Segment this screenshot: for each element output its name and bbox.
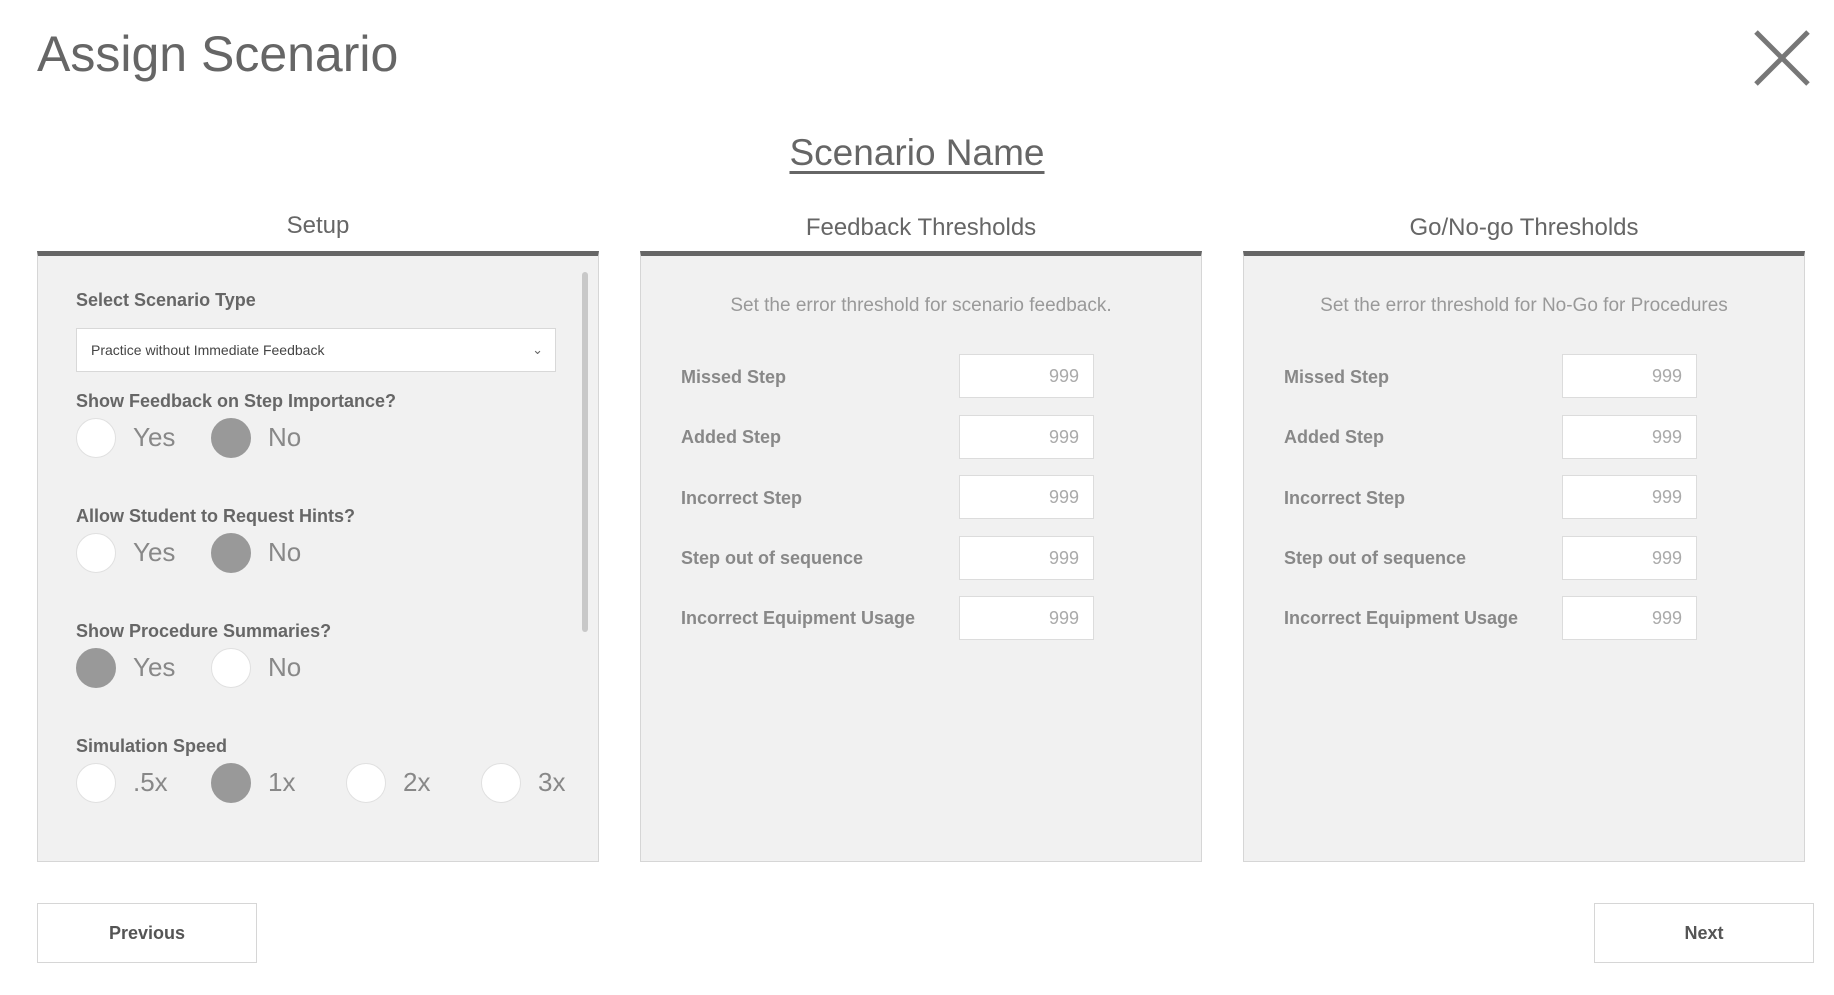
gonogo-thresholds-body: Set the error threshold for No-Go for Pr…: [1243, 251, 1805, 862]
speed-1x-label: 1x: [268, 767, 296, 797]
gonogo-incorrect-step-input[interactable]: 999: [1562, 475, 1697, 519]
speed-2x-radio[interactable]: [346, 763, 386, 803]
feedback-step-sequence-label: Step out of sequence: [681, 548, 864, 568]
procedure-summaries-no-label: No: [268, 652, 302, 682]
gonogo-thresholds-panel: Go/No-go Thresholds Set the error thresh…: [1243, 212, 1805, 862]
feedback-missed-step-input[interactable]: 999: [959, 354, 1094, 398]
tab-feedback-thresholds[interactable]: Feedback Thresholds: [640, 214, 1202, 242]
speed-3x-label: 3x: [538, 767, 566, 797]
feedback-thresholds-panel: Feedback Thresholds Set the error thresh…: [640, 212, 1202, 862]
tab-setup[interactable]: Setup: [37, 212, 599, 240]
procedure-summaries-no-radio[interactable]: [211, 648, 251, 688]
feedback-added-step-input[interactable]: 999: [959, 415, 1094, 459]
speed-0-5x-label: .5x: [133, 767, 168, 797]
request-hints-no-radio[interactable]: [211, 533, 251, 573]
procedure-summaries-yes-radio[interactable]: [76, 648, 116, 688]
step-importance-no-radio[interactable]: [211, 418, 251, 458]
scenario-type-select[interactable]: Practice without Immediate Feedback ⌄: [76, 328, 556, 372]
setup-panel: Setup Select Scenario Type Practice with…: [37, 212, 599, 862]
feedback-description: Set the error threshold for scenario fee…: [730, 295, 1112, 316]
scenario-type-label: Select Scenario Type: [76, 290, 256, 310]
previous-button[interactable]: Previous: [37, 903, 257, 963]
chevron-down-icon: ⌄: [532, 342, 543, 357]
feedback-incorrect-step-label: Incorrect Step: [681, 488, 803, 508]
request-hints-yes-radio[interactable]: [76, 533, 116, 573]
close-icon[interactable]: [1750, 26, 1814, 90]
feedback-missed-step-label: Missed Step: [681, 367, 787, 387]
gonogo-step-sequence-label: Step out of sequence: [1284, 548, 1467, 568]
speed-0-5x-radio[interactable]: [76, 763, 116, 803]
gonogo-added-step-label: Added Step: [1284, 427, 1385, 447]
gonogo-incorrect-step-label: Incorrect Step: [1284, 488, 1406, 508]
speed-2x-label: 2x: [403, 767, 431, 797]
gonogo-missed-step-label: Missed Step: [1284, 367, 1390, 387]
step-importance-no-label: No: [268, 422, 302, 452]
tab-gonogo-thresholds[interactable]: Go/No-go Thresholds: [1243, 214, 1805, 242]
step-importance-yes-label: Yes: [133, 422, 176, 452]
feedback-added-step-label: Added Step: [681, 427, 782, 447]
request-hints-no-label: No: [268, 537, 302, 567]
gonogo-equipment-usage-label: Incorrect Equipment Usage: [1284, 608, 1519, 628]
request-hints-yes-label: Yes: [133, 537, 176, 567]
feedback-equipment-usage-input[interactable]: 999: [959, 596, 1094, 640]
request-hints-label: Allow Student to Request Hints?: [76, 506, 355, 526]
gonogo-added-step-input[interactable]: 999: [1562, 415, 1697, 459]
gonogo-missed-step-input[interactable]: 999: [1562, 354, 1697, 398]
feedback-thresholds-body: Set the error threshold for scenario fee…: [640, 251, 1202, 862]
scenario-name: Scenario Name: [789, 132, 1045, 173]
feedback-equipment-usage-label: Incorrect Equipment Usage: [681, 608, 916, 628]
setup-panel-body: Select Scenario Type Practice without Im…: [37, 251, 599, 862]
gonogo-description: Set the error threshold for No-Go for Pr…: [1320, 295, 1728, 316]
procedure-summaries-yes-label: Yes: [133, 652, 176, 682]
feedback-incorrect-step-input[interactable]: 999: [959, 475, 1094, 519]
next-button[interactable]: Next: [1594, 903, 1814, 963]
gonogo-equipment-usage-input[interactable]: 999: [1562, 596, 1697, 640]
speed-3x-radio[interactable]: [481, 763, 521, 803]
step-importance-label: Show Feedback on Step Importance?: [76, 391, 397, 411]
simulation-speed-label: Simulation Speed: [76, 736, 228, 756]
scrollbar[interactable]: [582, 272, 588, 632]
scenario-type-value: Practice without Immediate Feedback: [91, 342, 325, 358]
step-importance-yes-radio[interactable]: [76, 418, 116, 458]
procedure-summaries-label: Show Procedure Summaries?: [76, 621, 332, 641]
page-title: Assign Scenario: [37, 26, 399, 82]
speed-1x-radio[interactable]: [211, 763, 251, 803]
feedback-step-sequence-input[interactable]: 999: [959, 536, 1094, 580]
gonogo-step-sequence-input[interactable]: 999: [1562, 536, 1697, 580]
